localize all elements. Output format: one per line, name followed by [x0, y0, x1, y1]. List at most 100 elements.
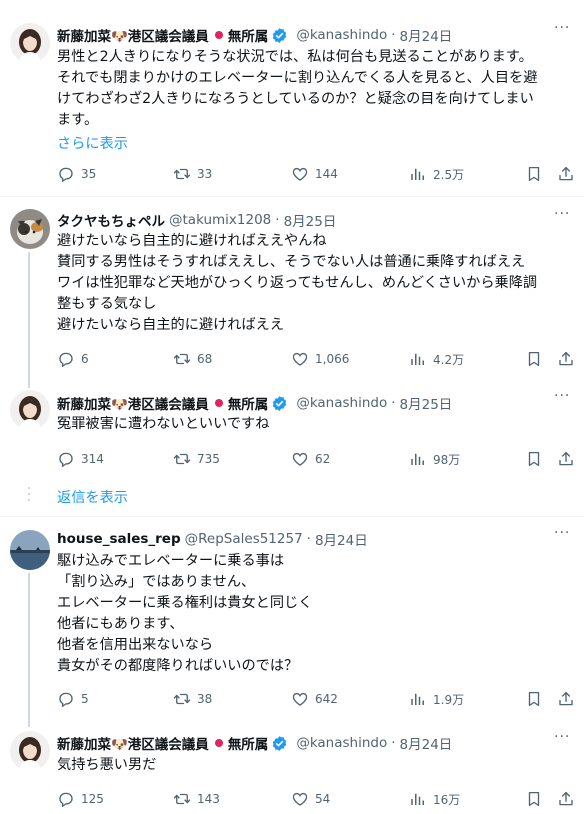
views-icon [409, 790, 427, 808]
share-button[interactable] [557, 689, 575, 709]
bookmark-icon [525, 165, 543, 183]
like-button[interactable]: 62 [291, 449, 330, 469]
avatar[interactable] [10, 530, 50, 570]
separator-dot: · [391, 735, 396, 751]
timestamp[interactable]: 8月25日 [400, 393, 453, 413]
display-name[interactable]: 新藤加菜🐶港区議会議員 [57, 393, 209, 413]
views-icon [409, 690, 427, 708]
like-button[interactable]: 1,066 [291, 349, 349, 369]
affiliation[interactable]: 無所属 [228, 733, 269, 753]
reply-button[interactable]: 6 [57, 349, 89, 369]
avatar[interactable] [10, 390, 50, 430]
more-icon[interactable]: ··· [554, 389, 572, 409]
avatar[interactable] [10, 23, 50, 63]
like-icon [291, 450, 309, 468]
bookmark-icon [525, 350, 543, 368]
retweet-button[interactable]: 38 [173, 689, 212, 709]
more-icon[interactable]: ··· [554, 526, 572, 546]
show-replies-link[interactable]: 返信を表示 [57, 487, 128, 507]
bookmark-button[interactable] [525, 449, 543, 469]
tweet-5[interactable]: 新藤加菜🐶港区議会議員 無所属 @kanashindo · 8月24日 ··· … [0, 722, 584, 814]
more-icon[interactable]: ··· [554, 730, 572, 750]
tweet-4[interactable]: house_sales_rep @RepSales51257 · 8月24日 ·… [0, 517, 584, 717]
red-circle-icon [214, 30, 223, 39]
views-button[interactable]: 2.5万 [409, 164, 464, 184]
tweet-text: 気持ち悪い男だ [57, 757, 157, 773]
display-name[interactable]: 新藤加菜🐶港区議会議員 [57, 25, 209, 45]
views-button[interactable]: 1.9万 [409, 689, 464, 709]
share-icon [557, 350, 575, 368]
reply-button[interactable]: 314 [57, 449, 104, 469]
separator-dot: · [275, 212, 280, 228]
bookmark-button[interactable] [525, 164, 543, 184]
display-name[interactable]: house_sales_rep [57, 531, 181, 547]
retweet-button[interactable]: 33 [173, 164, 212, 184]
affiliation[interactable]: 無所属 [228, 25, 269, 45]
share-button[interactable] [557, 349, 575, 369]
bookmark-icon [525, 690, 543, 708]
like-button[interactable]: 144 [291, 164, 338, 184]
like-icon [291, 690, 309, 708]
handle[interactable]: @kanashindo [296, 27, 387, 43]
like-button[interactable]: 642 [291, 689, 338, 709]
tweet-3[interactable]: 新藤加菜🐶港区議会議員 無所属 @kanashindo · 8月25日 ··· … [0, 382, 584, 477]
handle[interactable]: @takumix1208 [169, 212, 271, 228]
reply-icon [57, 690, 75, 708]
retweet-icon [173, 450, 191, 468]
action-bar: 6 68 1,066 4.2万 [57, 349, 577, 369]
more-icon[interactable]: ··· [554, 21, 572, 41]
retweet-button[interactable]: 143 [173, 789, 220, 809]
views-button[interactable]: 4.2万 [409, 349, 464, 369]
display-name[interactable]: タクヤもちょペル [57, 210, 165, 230]
tweet-header: タクヤもちょペル @takumix1208 · 8月25日 [57, 209, 336, 231]
tweet-2[interactable]: タクヤもちょペル @takumix1208 · 8月25日 ··· 避けたいなら… [0, 197, 584, 382]
display-name[interactable]: 新藤加菜🐶港区議会議員 [57, 733, 209, 753]
bookmark-button[interactable] [525, 349, 543, 369]
tweet-header: 新藤加菜🐶港区議会議員 無所属 @kanashindo · 8月24日 [57, 732, 452, 754]
share-icon [557, 450, 575, 468]
avatar[interactable] [10, 731, 50, 771]
reply-button[interactable]: 5 [57, 689, 89, 709]
handle[interactable]: @kanashindo [296, 395, 387, 411]
views-button[interactable]: 16万 [409, 789, 460, 809]
reply-icon [57, 165, 75, 183]
retweet-button[interactable]: 735 [173, 449, 220, 469]
more-icon[interactable]: ··· [554, 207, 572, 227]
red-circle-icon [214, 398, 223, 407]
tweet-1[interactable]: 新藤加菜🐶港区議会議員 無所属 @kanashindo · 8月24日 ··· … [0, 0, 584, 195]
share-button[interactable] [557, 789, 575, 809]
bookmark-button[interactable] [525, 789, 543, 809]
share-button[interactable] [557, 449, 575, 469]
reply-button[interactable]: 35 [57, 164, 96, 184]
tweet-text: 冤罪被害に遭わないといいですね [57, 416, 270, 432]
views-icon [409, 350, 427, 368]
bookmark-icon [525, 790, 543, 808]
like-icon [291, 350, 309, 368]
reply-button[interactable]: 125 [57, 789, 104, 809]
action-bar: 314 735 62 98万 [57, 449, 577, 469]
share-icon [557, 790, 575, 808]
reply-icon [57, 350, 75, 368]
timestamp[interactable]: 8月24日 [400, 733, 453, 753]
retweet-icon [173, 790, 191, 808]
retweet-button[interactable]: 68 [173, 349, 212, 369]
tweet-header: 新藤加菜🐶港区議会議員 無所属 @kanashindo · 8月25日 [57, 392, 452, 414]
timestamp[interactable]: 8月24日 [400, 25, 453, 45]
avatar[interactable] [10, 209, 50, 249]
handle[interactable]: @kanashindo [296, 735, 387, 751]
views-button[interactable]: 98万 [409, 449, 460, 469]
thread-ellipsis [28, 487, 30, 505]
timestamp[interactable]: 8月25日 [284, 210, 337, 230]
verified-icon [271, 395, 288, 412]
timestamp[interactable]: 8月24日 [315, 529, 368, 549]
action-bar: 5 38 642 1.9万 [57, 689, 577, 709]
tweet-text: 避けたいなら自主的に避ければええやんね 賛同する男性はそうすればええし、そうでな… [57, 233, 538, 333]
like-button[interactable]: 54 [291, 789, 330, 809]
bookmark-button[interactable] [525, 689, 543, 709]
affiliation[interactable]: 無所属 [228, 393, 269, 413]
show-more-link[interactable]: さらに表示 [57, 133, 128, 153]
share-button[interactable] [557, 164, 575, 184]
separator-dot: · [391, 395, 396, 411]
handle[interactable]: @RepSales51257 [185, 531, 303, 547]
verified-icon [271, 735, 288, 752]
